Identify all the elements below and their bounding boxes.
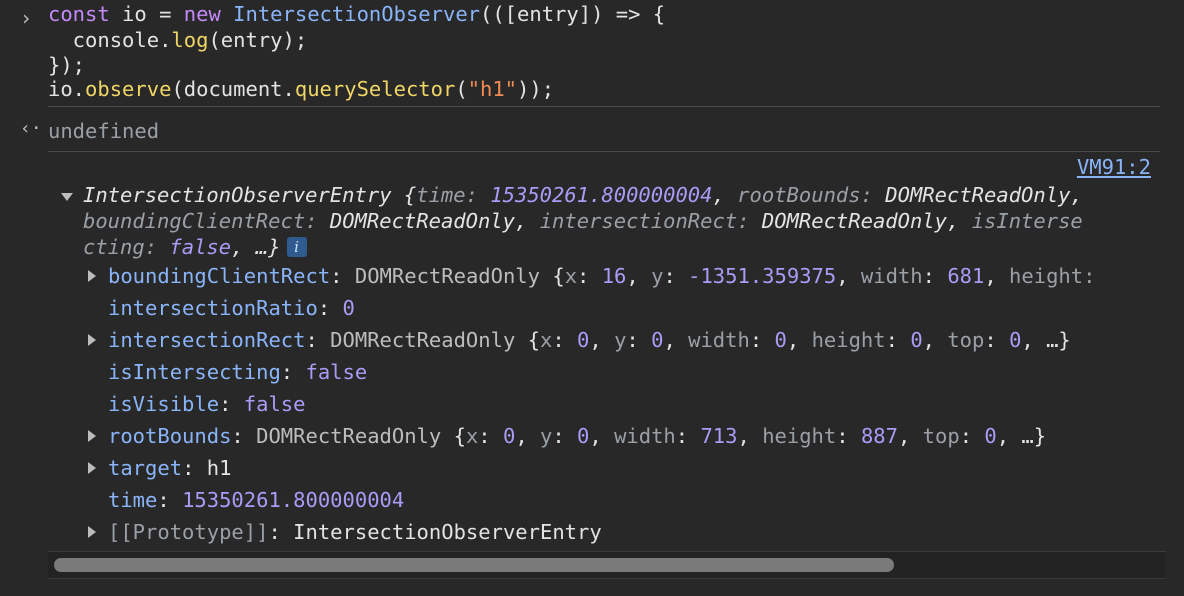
- string-literal: "h1": [467, 77, 518, 101]
- code-text: (: [455, 77, 468, 101]
- prop-time: time: 15350261.800000004: [108, 488, 405, 512]
- prop-value: false: [305, 360, 368, 384]
- code-rest: (([entry]) => {: [480, 2, 666, 26]
- prop-key: intersectionRatio: [108, 296, 318, 320]
- keyword-const: const: [48, 2, 110, 26]
- prop-type: DOMRectReadOnly: [330, 328, 516, 352]
- entry-summary-line-2: boundingClientRect: DOMRectReadOnly, int…: [83, 209, 1083, 233]
- prop-value: 0: [577, 424, 590, 448]
- prop-prototype[interactable]: [[Prototype]]: IntersectionObserverEntry: [108, 519, 602, 545]
- keyword-new: new: [183, 2, 221, 26]
- entry-class-name: IntersectionObserverEntry: [83, 183, 392, 207]
- summary-value: 15350261.800000004: [490, 183, 713, 207]
- prop-rootbounds[interactable]: rootBounds: DOMRectReadOnly {x: 0, y: 0,…: [108, 423, 1046, 449]
- expand-triangle-icon[interactable]: [88, 526, 96, 538]
- summary-key: time: [416, 183, 466, 207]
- separator: [48, 106, 1160, 107]
- prop-value: 0: [910, 328, 923, 352]
- code-line-2[interactable]: console.log(entry);: [48, 27, 308, 53]
- scrollbar-thumb[interactable]: [54, 558, 894, 572]
- summary-tail: , …}: [231, 235, 281, 259]
- summary-key: boundingClientRect: [83, 209, 306, 233]
- code-text: ));: [517, 77, 555, 101]
- prop-value: h1: [206, 456, 232, 480]
- prop-value: 0: [651, 328, 664, 352]
- summary-value: DOMRectReadOnly,: [885, 183, 1083, 207]
- function-observe: observe: [85, 77, 172, 101]
- prop-value: 16: [601, 264, 627, 288]
- prop-value: 0: [984, 424, 997, 448]
- code-text: (entry);: [208, 28, 308, 52]
- prop-key: boundingClientRect: [108, 264, 331, 288]
- prop-key: intersectionRect: [108, 328, 306, 352]
- code-text: (document.: [171, 77, 295, 101]
- separator: [48, 151, 1160, 152]
- prop-value: 887: [860, 424, 898, 448]
- expand-triangle-icon[interactable]: [88, 270, 96, 282]
- code-text: console.: [48, 28, 172, 52]
- prop-value: IntersectionObserverEntry: [293, 520, 602, 544]
- prop-boundingclientrect[interactable]: boundingClientRect: DOMRectReadOnly {x: …: [108, 263, 1095, 289]
- summary-key: isInterse: [971, 209, 1083, 233]
- prop-value: 0: [502, 424, 516, 448]
- prop-value: -1351.359375: [688, 264, 837, 288]
- prop-isvisible: isVisible: false: [108, 392, 306, 416]
- brace: {: [391, 183, 417, 207]
- code-text: });: [48, 53, 86, 77]
- variable-io: io =: [109, 2, 184, 26]
- prop-value: 0: [577, 328, 590, 352]
- prop-key: height:: [1009, 264, 1096, 288]
- prop-value: 0: [774, 328, 787, 352]
- summary-value: DOMRectReadOnly: [761, 209, 947, 233]
- source-link[interactable]: VM91:2: [1077, 155, 1151, 179]
- expand-triangle-icon[interactable]: [88, 430, 96, 442]
- function-queryselector: querySelector: [294, 77, 456, 101]
- result-arrow-icon: ‹·: [20, 118, 42, 139]
- prop-key: isIntersecting: [108, 360, 281, 384]
- result-undefined: undefined: [48, 119, 160, 143]
- prop-value: 0: [342, 296, 355, 320]
- prop-key: rootBounds: [108, 424, 232, 448]
- summary-key: rootBounds: [737, 183, 861, 207]
- prop-value: 15350261.800000004: [182, 488, 405, 512]
- summary-key: cting: [83, 235, 145, 259]
- code-line-3[interactable]: });: [48, 52, 85, 78]
- summary-value: false: [169, 235, 232, 259]
- info-icon[interactable]: i: [286, 237, 307, 257]
- prop-value: 681: [947, 264, 985, 288]
- prop-type: DOMRectReadOnly: [256, 424, 442, 448]
- summary-value: DOMRectReadOnly: [329, 209, 515, 233]
- code-text: io.: [48, 77, 86, 101]
- prop-key: isVisible: [108, 392, 220, 416]
- expand-triangle-icon[interactable]: [88, 462, 96, 474]
- prop-value: false: [243, 392, 306, 416]
- summary-key: intersectionRect: [539, 209, 738, 233]
- expand-triangle-icon[interactable]: [88, 334, 96, 346]
- prop-value: 713: [700, 424, 738, 448]
- prop-key: [[Prototype]]: [108, 520, 269, 544]
- prompt-chevron-icon: ›: [20, 6, 33, 30]
- prop-type: DOMRectReadOnly: [354, 264, 540, 288]
- class-name: IntersectionObserver: [233, 2, 480, 26]
- code-line-4[interactable]: io.observe(document.querySelector("h1"))…: [48, 76, 554, 102]
- code-line-1[interactable]: const io = new IntersectionObserver(([en…: [48, 1, 665, 27]
- horizontal-scrollbar[interactable]: [48, 551, 1166, 579]
- collapse-triangle-icon[interactable]: [61, 193, 73, 201]
- prop-value: 0: [1009, 328, 1022, 352]
- function-log: log: [171, 28, 209, 52]
- prop-intersectionrect[interactable]: intersectionRect: DOMRectReadOnly {x: 0,…: [108, 327, 1071, 353]
- entry-summary-line-1[interactable]: IntersectionObserverEntry {time: 1535026…: [83, 182, 1083, 208]
- prop-key: target: [108, 456, 183, 480]
- prop-target[interactable]: target: h1: [108, 455, 231, 481]
- prop-key: time: [108, 488, 158, 512]
- prop-intersectionratio: intersectionRatio: 0: [108, 296, 355, 320]
- prop-isintersecting: isIntersecting: false: [108, 360, 368, 384]
- entry-summary-line-3: cting: false, …} i: [83, 234, 307, 260]
